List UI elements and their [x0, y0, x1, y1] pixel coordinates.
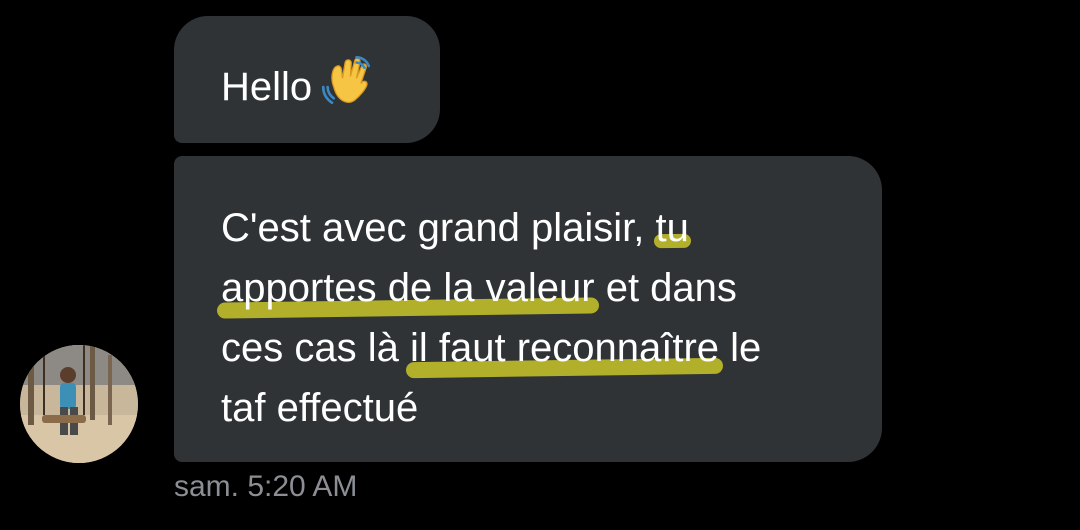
message-bubble-reply[interactable]: C'est avec grand plaisir, tu apportes de…: [174, 156, 882, 462]
message-line: taf effectué: [221, 386, 419, 430]
highlighted-text: apportes de la valeur: [221, 258, 595, 318]
message-line: C'est avec grand plaisir, tu: [221, 198, 842, 258]
message-bubble-hello[interactable]: Hello: [174, 16, 440, 143]
message-line: ces cas là il faut reconnaître le: [221, 318, 842, 378]
avatar[interactable]: [20, 345, 138, 463]
highlighted-text: tu: [656, 198, 689, 258]
waving-hand-icon: [318, 52, 374, 108]
message-timestamp: sam. 5:20 AM: [174, 470, 358, 503]
message-line: apportes de la valeur et dans: [221, 258, 842, 318]
message-text: Hello: [221, 65, 313, 109]
avatar-photo: [20, 345, 138, 463]
highlighted-text: il faut reconnaître: [410, 318, 719, 378]
